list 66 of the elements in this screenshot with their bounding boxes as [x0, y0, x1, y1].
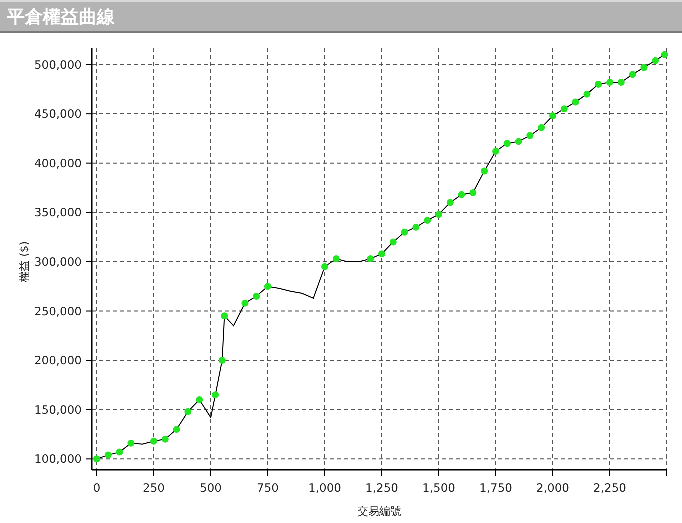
x-tick-label: 0	[93, 481, 101, 495]
new-high-marker	[264, 283, 272, 290]
new-high-marker	[412, 224, 420, 231]
new-high-marker	[538, 124, 546, 132]
new-high-marker	[595, 80, 602, 88]
new-high-marker	[378, 250, 386, 258]
new-high-marker	[332, 256, 340, 262]
x-tick-label: 1,250	[366, 481, 398, 495]
y-tick-label: 100,000	[34, 452, 82, 466]
y-tick-label: 250,000	[34, 304, 82, 318]
new-high-marker	[424, 217, 432, 224]
x-axis-title: 交易編號	[358, 505, 402, 518]
new-high-marker	[584, 90, 591, 98]
new-high-marker	[218, 357, 226, 364]
new-high-marker	[560, 106, 568, 113]
new-high-marker	[390, 238, 397, 246]
new-high-marker	[526, 132, 534, 140]
new-high-marker	[481, 168, 488, 175]
new-high-marker	[367, 256, 374, 262]
new-high-marker	[446, 199, 454, 206]
new-high-marker	[196, 396, 204, 404]
y-tick-label: 350,000	[34, 206, 82, 220]
new-high-marker	[116, 448, 124, 456]
new-high-marker	[104, 452, 112, 459]
x-tick-label: 1,500	[422, 481, 456, 495]
y-tick-label: 400,000	[34, 156, 82, 170]
new-high-marker	[253, 292, 260, 300]
new-high-marker	[322, 263, 328, 270]
x-tick-label: 250	[143, 481, 165, 495]
y-tick-label: 300,000	[34, 254, 82, 269]
new-high-marker	[436, 211, 442, 218]
y-tick-label: 500,000	[34, 58, 82, 72]
x-tick-label: 1,000	[308, 481, 342, 495]
x-tick-label: 2,000	[536, 481, 570, 495]
x-tick-label: 500	[200, 481, 222, 495]
new-high-marker	[550, 112, 556, 120]
new-high-marker	[173, 426, 180, 434]
new-high-marker	[94, 456, 100, 463]
y-tick-label: 150,000	[34, 402, 82, 417]
new-high-marker	[184, 408, 192, 416]
new-high-marker	[504, 140, 511, 148]
new-high-marker	[572, 98, 580, 106]
new-high-marker	[629, 71, 636, 78]
new-high-marker	[221, 312, 228, 320]
x-tick-label: 1,750	[480, 481, 512, 495]
new-high-marker	[128, 440, 135, 447]
y-axis-title: 權益 ($)	[18, 241, 31, 282]
new-high-marker	[515, 138, 522, 146]
new-high-marker	[242, 300, 249, 307]
new-high-marker	[492, 148, 500, 156]
new-high-marker	[652, 57, 660, 64]
x-tick-label: 2,250	[594, 481, 626, 495]
new-high-marker	[640, 64, 648, 72]
new-high-marker	[162, 436, 169, 443]
y-tick-label: 450,000	[34, 107, 82, 122]
new-high-marker	[458, 191, 466, 198]
new-high-marker	[150, 438, 158, 445]
y-tick-label: 200,000	[34, 354, 82, 368]
new-high-marker	[470, 189, 477, 196]
new-high-marker	[618, 79, 625, 86]
new-high-marker	[401, 228, 408, 236]
new-high-marker	[606, 79, 614, 86]
x-tick-label: 750	[257, 481, 279, 495]
panel-title: 平倉權益曲線	[7, 6, 115, 28]
new-high-marker	[661, 51, 668, 58]
new-high-marker	[212, 392, 220, 399]
